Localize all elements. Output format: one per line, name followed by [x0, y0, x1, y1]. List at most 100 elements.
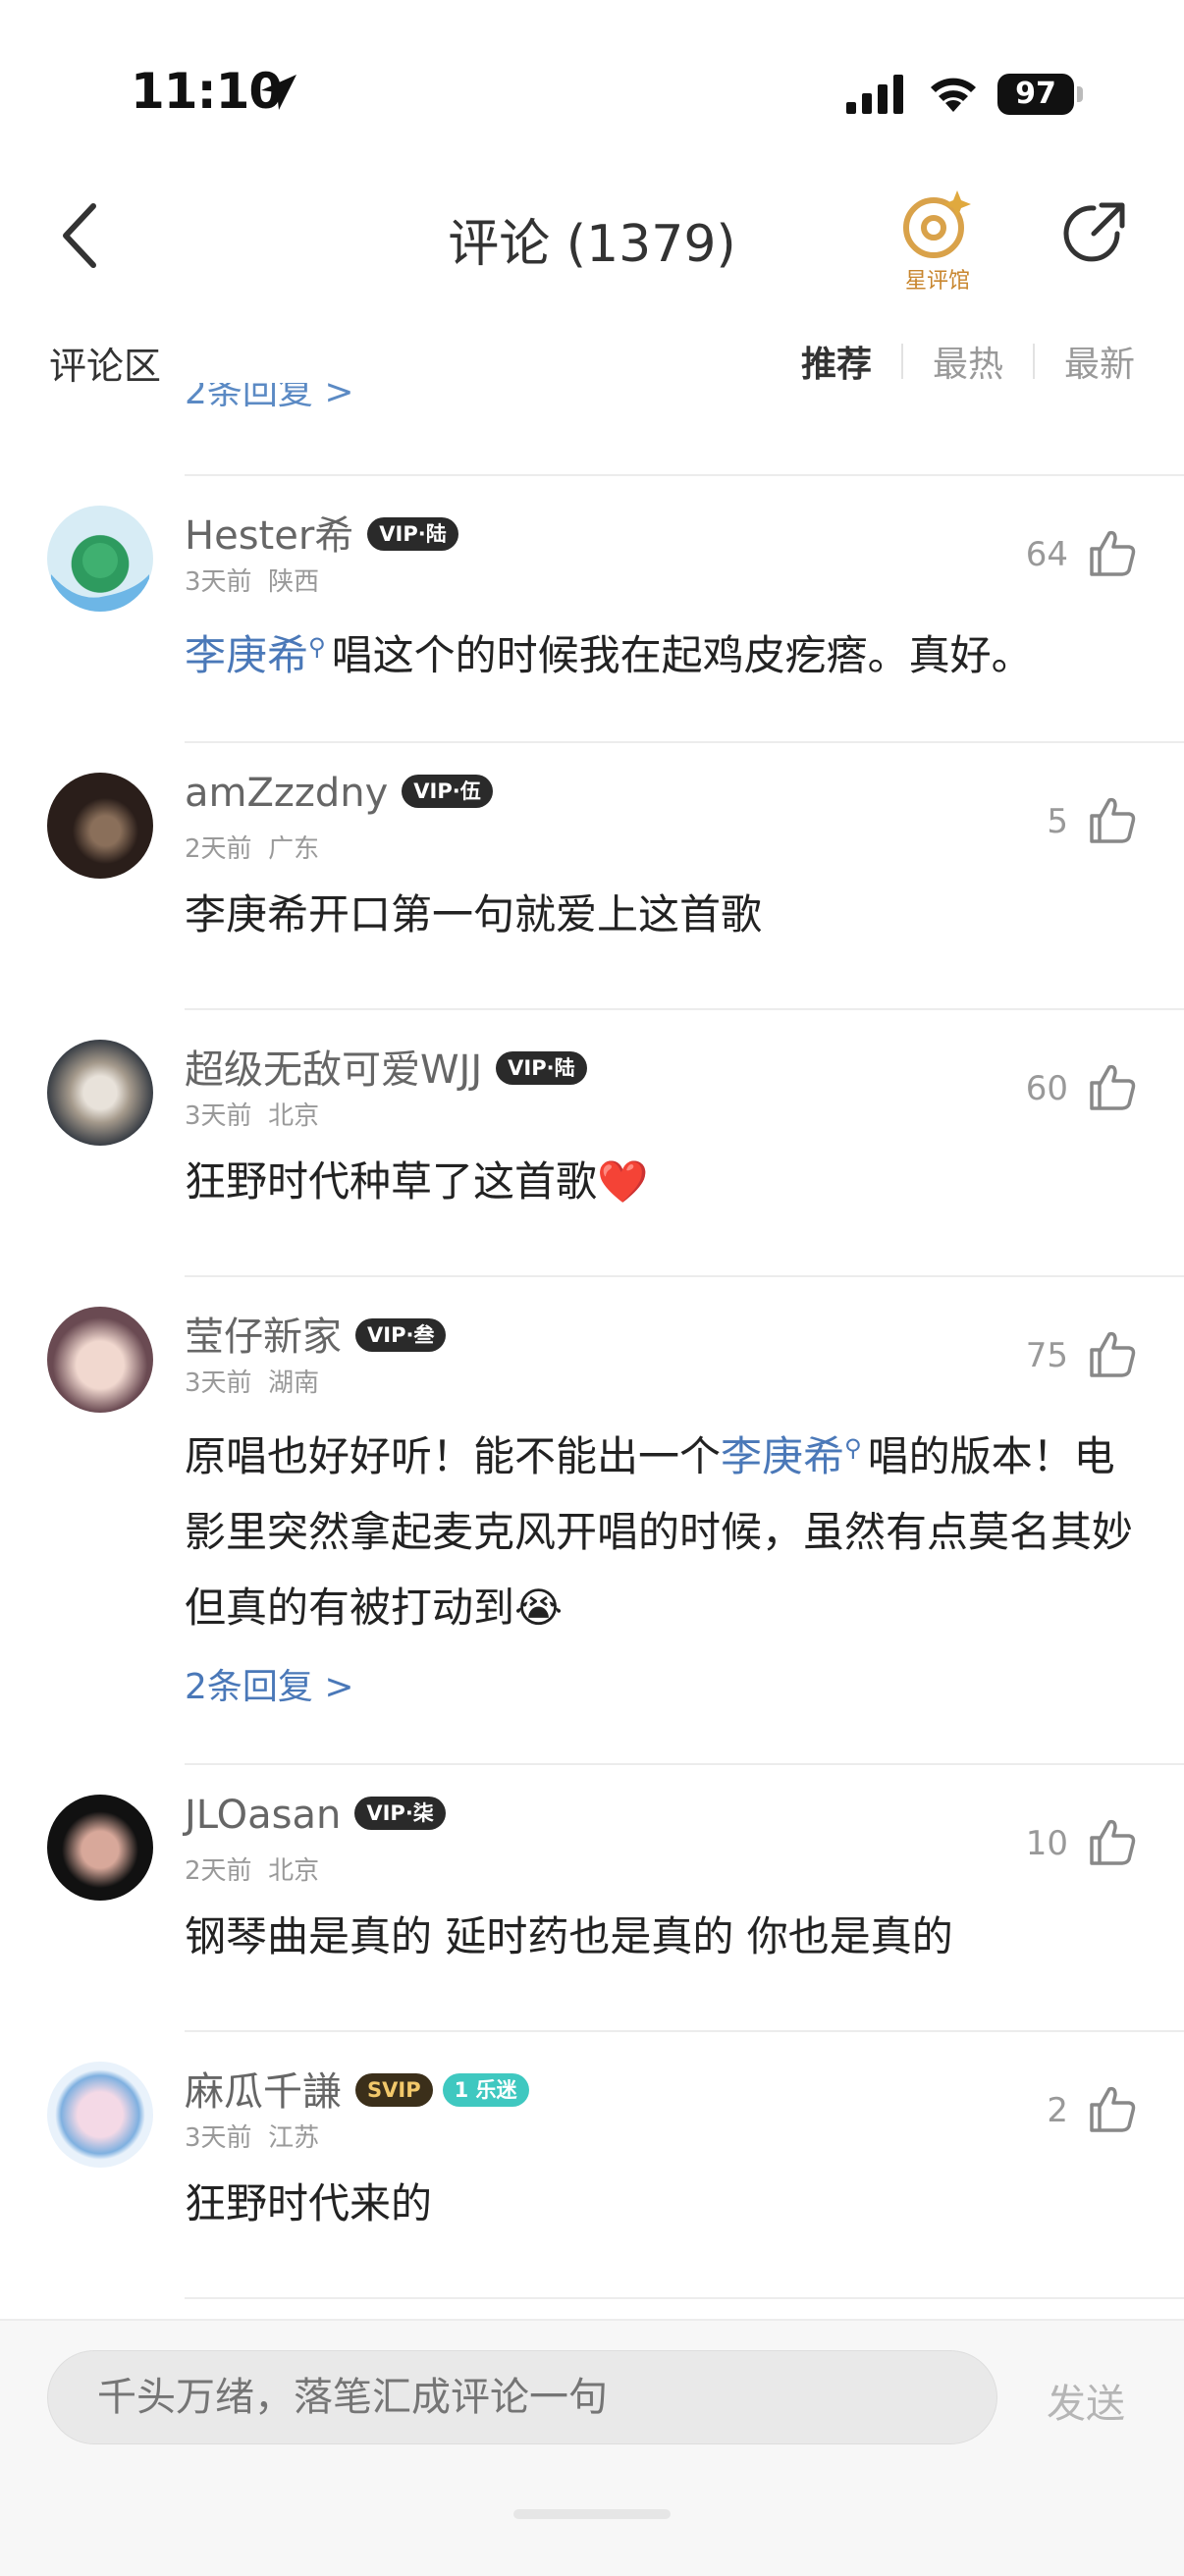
reply-link-text: 2条回复 > [185, 383, 354, 412]
home-indicator [513, 2509, 671, 2519]
wifi-icon [931, 78, 976, 112]
comment-location: 江苏 [268, 2123, 320, 2153]
comment-meta: 3天前 湖南 [185, 1363, 319, 1399]
cellular-signal-icon [846, 75, 903, 114]
tab-recommended[interactable]: 推荐 [772, 336, 901, 387]
comment-text: 钢琴曲是真的 延时药也是真的 你也是真的 [185, 1912, 953, 1960]
thumbs-up-icon[interactable] [1086, 1816, 1137, 1867]
share-icon[interactable] [1058, 198, 1129, 269]
comment-location: 北京 [268, 1101, 320, 1131]
avatar[interactable] [47, 2062, 153, 2168]
star-review-label: 星评馆 [904, 269, 970, 294]
avatar[interactable] [47, 773, 153, 879]
search-small-icon: ⚲ [308, 633, 326, 661]
battery-indicator: 97 [997, 74, 1074, 115]
vip-badge[interactable]: VIP·叁 [355, 1318, 447, 1352]
like-count: 64 [1025, 535, 1068, 574]
comment-time: 3天前 [185, 1368, 252, 1398]
avatar[interactable] [47, 1040, 153, 1146]
avatar[interactable] [47, 1307, 153, 1413]
like-count: 75 [1025, 1336, 1068, 1375]
status-bar: 11:10 97 [0, 0, 1184, 157]
comment-time: 3天前 [185, 567, 252, 597]
comment-text: 李庚希⚲ 唱这个的时候我在起鸡皮疙瘩。真好。 [185, 610, 1145, 693]
mention-link[interactable]: 李庚希 [721, 1432, 844, 1480]
comment-text: 李庚希开口第一句就爱上这首歌 [185, 890, 763, 939]
comment-item: Hester希 VIP·陆 3天前 陕西 64 李庚希⚲ 唱这个的时候我在起鸡皮疙瘩… [0, 476, 1184, 741]
vip-badge[interactable]: VIP·陆 [496, 1051, 587, 1085]
username[interactable]: 超级无敌可爱WJJ VIP·陆 [185, 1038, 587, 1095]
avatar[interactable] [47, 506, 153, 612]
comment-time: 2天前 [185, 834, 252, 864]
username-text: 莹仔新家 [185, 1315, 342, 1360]
comment-item: JLOasan VIP·柒 2天前 北京 10 钢琴曲是真的 延时药也是真的 你也… [0, 1765, 1184, 2030]
comment-body: 唱这个的时候我在起鸡皮疙瘩。真好。 [331, 631, 1033, 679]
comment-body: 狂野时代种草了这首歌 [185, 1157, 598, 1206]
crying-emoji: 😭 [514, 1583, 564, 1632]
comment-meta: 2天前 广东 [185, 829, 319, 865]
username[interactable]: 莹仔新家 VIP·叁 [185, 1305, 447, 1362]
battery-tip [1077, 86, 1083, 102]
username-text: 超级无敌可爱WJJ [185, 1047, 483, 1093]
comment-text: 狂野时代种草了这首歌❤️ [185, 1144, 1145, 1219]
search-small-icon: ⚲ [844, 1434, 862, 1462]
comment-meta: 2天前 北京 [185, 1851, 319, 1887]
comment-text: 原唱也好好听！能不能出一个李庚希⚲ 唱的版本！电影里突然拿起麦克风开唱的时候，虽然… [185, 1411, 1145, 1645]
vip-badge[interactable]: VIP·柒 [354, 1797, 446, 1830]
comment-time: 2天前 [185, 1856, 252, 1886]
comment-time: 3天前 [185, 1101, 252, 1131]
view-replies-link[interactable]: 2条回复 > [185, 1658, 354, 1709]
page-title: 评论 (1379) [448, 215, 736, 274]
like-count: 60 [1025, 1069, 1068, 1108]
comment-item: 麻瓜千謙 SVIP 1 乐迷 3天前 江苏 2 狂野时代来的 [0, 2032, 1184, 2297]
username-text: JLOasan [185, 1793, 342, 1838]
comment-input-bar: 发送 [0, 2319, 1184, 2576]
avatar[interactable] [47, 1795, 153, 1901]
divider [185, 2297, 1184, 2299]
avatar-art-icon [51, 543, 149, 612]
comment-meta: 3天前 陕西 [185, 562, 319, 598]
like-count: 5 [1047, 802, 1068, 841]
star-review-icon [903, 190, 971, 258]
comment-location: 陕西 [268, 567, 320, 597]
tab-newest[interactable]: 最新 [1035, 336, 1135, 387]
username[interactable]: Hester希 VIP·陆 [185, 504, 458, 561]
comment-body: 原唱也好好听！能不能出一个 [185, 1432, 722, 1480]
comment-item: 莹仔新家 VIP·叁 3天前 湖南 75 原唱也好好听！能不能出一个李庚希⚲ 唱的版… [0, 1277, 1184, 1763]
comment-item: amZzzdny VIP·伍 2天前 广东 5 李庚希开口第一句就爱上这首歌 [0, 743, 1184, 1008]
comment-section-title: 评论区 [49, 345, 162, 388]
vip-badge[interactable]: VIP·陆 [367, 517, 458, 551]
username-text: 麻瓜千謙 [185, 2069, 342, 2115]
svip-badge[interactable]: SVIP [355, 2073, 433, 2107]
mention-link[interactable]: 李庚希 [185, 631, 308, 679]
comment-meta: 3天前 北京 [185, 1096, 319, 1132]
username[interactable]: 麻瓜千謙 SVIP 1 乐迷 [185, 2060, 529, 2117]
like-count: 10 [1025, 1824, 1068, 1863]
sort-tabs: 推荐 最热 最新 [772, 336, 1135, 387]
comment-text: 狂野时代来的 [185, 2179, 433, 2227]
comment-list[interactable]: 2条回复 > Hester希 VIP·陆 3天前 陕西 64 李庚希⚲ 唱这个的时候… [0, 383, 1184, 2317]
comment-item: 超级无敌可爱WJJ VIP·陆 3天前 北京 60 狂野时代种草了这首歌❤️ [0, 1010, 1184, 1275]
vip-badge[interactable]: VIP·伍 [402, 775, 493, 808]
tab-hottest[interactable]: 最热 [903, 336, 1033, 387]
star-review-button[interactable]: 星评馆 [888, 187, 987, 295]
fan-badge[interactable]: 1 乐迷 [442, 2073, 529, 2107]
thumbs-up-icon[interactable] [1086, 2083, 1137, 2134]
thumbs-up-icon[interactable] [1086, 1061, 1137, 1112]
location-arrow-icon [261, 75, 296, 110]
thumbs-up-icon[interactable] [1086, 794, 1137, 845]
username[interactable]: JLOasan VIP·柒 [185, 1793, 446, 1838]
heart-emoji: ❤️ [597, 1157, 649, 1206]
username[interactable]: amZzzdny VIP·伍 [185, 771, 493, 816]
username-text: Hester希 [185, 513, 354, 559]
comment-input[interactable] [47, 2350, 997, 2444]
comment-location: 北京 [268, 1856, 320, 1886]
username-text: amZzzdny [185, 771, 389, 816]
reply-link-partial[interactable]: 2条回复 > [185, 383, 354, 432]
comment-meta: 3天前 江苏 [185, 2118, 319, 2154]
like-count: 2 [1047, 2091, 1068, 2130]
send-button[interactable]: 发送 [1047, 2372, 1125, 2429]
thumbs-up-icon[interactable] [1086, 527, 1137, 578]
comment-location: 广东 [268, 834, 320, 864]
thumbs-up-icon[interactable] [1086, 1328, 1137, 1379]
